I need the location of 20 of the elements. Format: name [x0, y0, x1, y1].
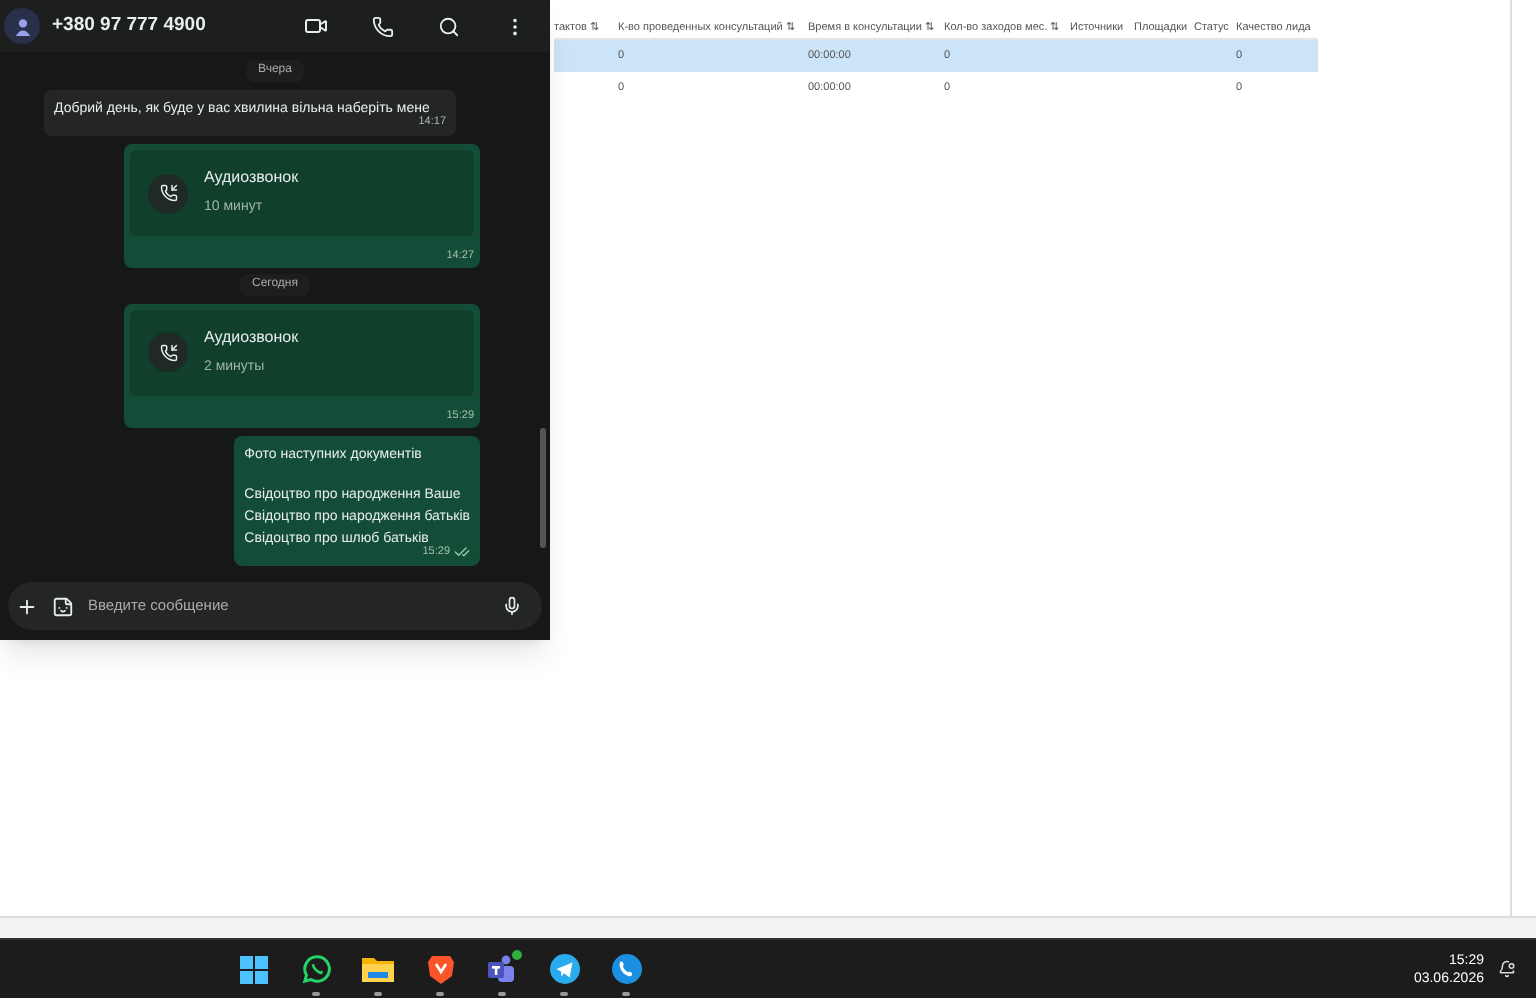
team-people-icon[interactable]: [486, 954, 518, 984]
microphone-icon[interactable]: [502, 596, 522, 616]
video-call-icon[interactable]: [304, 14, 328, 38]
phone-app-icon[interactable]: [611, 954, 641, 984]
call-title: Аудиозвонок: [204, 326, 299, 350]
windows-start-icon[interactable]: [240, 955, 268, 983]
notification-icon[interactable]: [1498, 960, 1516, 978]
avatar-icon[interactable]: [4, 8, 40, 44]
lion-browser-icon[interactable]: [427, 954, 453, 984]
sticker-icon[interactable]: [52, 595, 74, 617]
search-icon[interactable]: [438, 15, 460, 37]
paper-plane-icon[interactable]: [549, 954, 579, 984]
phone-icon[interactable]: [372, 15, 394, 37]
scrollbar[interactable]: [540, 428, 546, 548]
attach-icon[interactable]: [16, 595, 38, 617]
phone-call-icon: [148, 173, 188, 213]
chat-app-icon[interactable]: [301, 954, 331, 984]
folder-icon[interactable]: [362, 956, 394, 982]
call-title: Аудиозвонок: [204, 166, 299, 191]
phone-call-icon: [148, 332, 188, 373]
